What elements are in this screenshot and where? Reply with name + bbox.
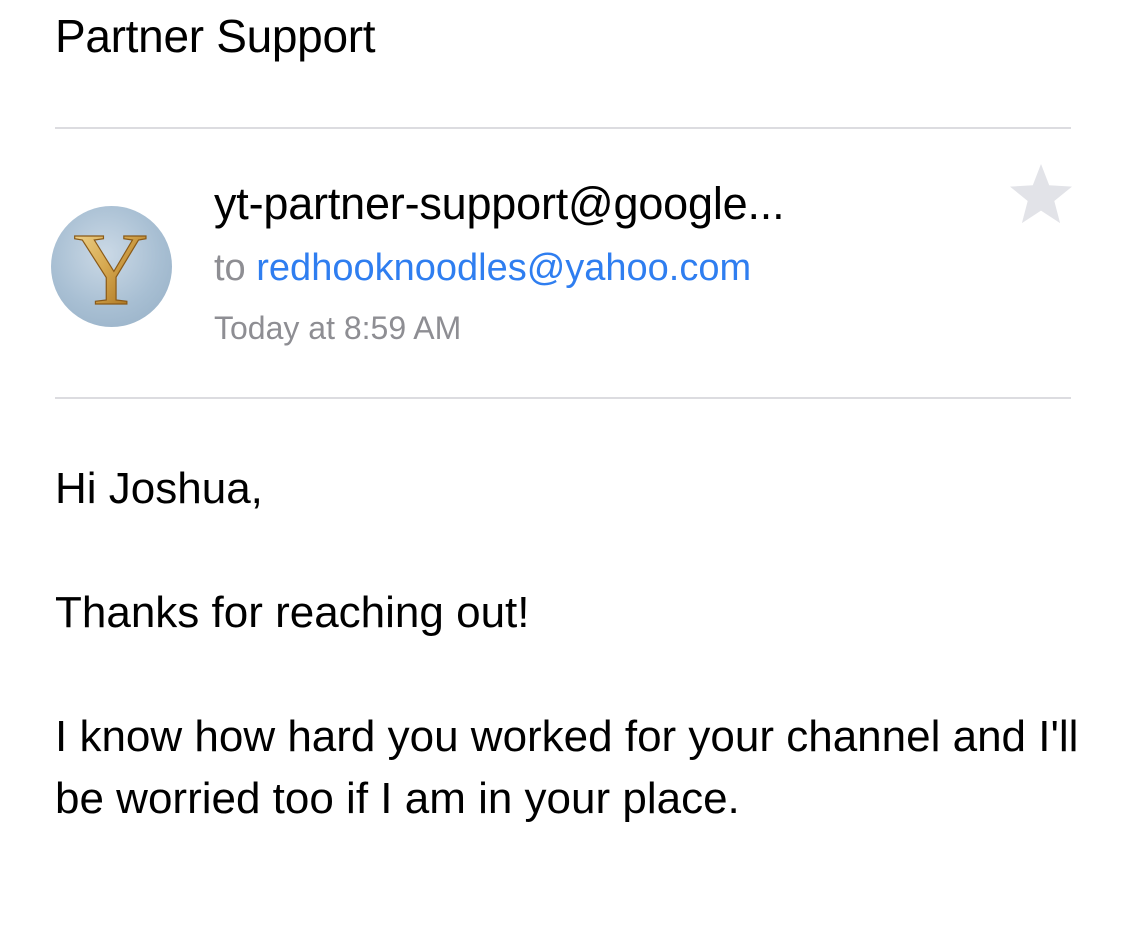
body-greeting: Hi Joshua,: [55, 464, 263, 513]
header-divider: [55, 127, 1071, 129]
avatar-letter: Y: [73, 212, 148, 327]
body-paragraph: Thanks for reaching out!: [55, 588, 530, 637]
sender-address[interactable]: yt-partner-support@google...: [214, 176, 785, 232]
star-button[interactable]: [1005, 160, 1077, 232]
recipient-address[interactable]: redhooknoodles@yahoo.com: [256, 247, 751, 289]
avatar-letter-graphic: Y: [73, 211, 149, 327]
sender-avatar[interactable]: Y: [51, 206, 172, 327]
star-icon: [1010, 164, 1072, 224]
email-body: Hi Joshua, Thanks for reaching out! I kn…: [55, 458, 1095, 830]
email-timestamp: Today at 8:59 AM: [214, 310, 462, 346]
recipient-line: to redhooknoodles@yahoo.com: [214, 244, 751, 292]
body-divider: [55, 397, 1071, 399]
email-subject: Partner Support: [55, 10, 376, 62]
body-paragraph: I know how hard you worked for your chan…: [55, 712, 1079, 823]
to-label: to: [214, 247, 246, 289]
